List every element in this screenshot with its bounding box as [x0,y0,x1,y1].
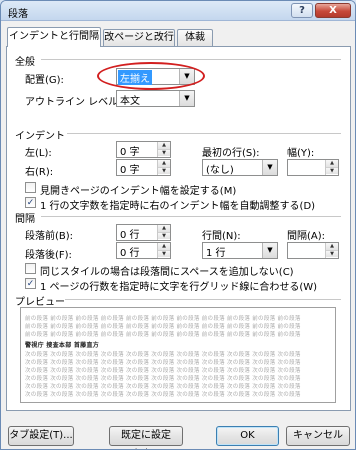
preview-heading: プレビュー [15,297,65,308]
spin-up-icon[interactable]: ▲ [158,160,170,167]
preview-next-line: 次の段落 次の段落 次の段落 次の段落 次の段落 次の段落 次の段落 次の段落 … [25,360,301,366]
line-spacing-select[interactable]: 1 行 ▼ [202,242,278,259]
indent-right-value: 0 字 [120,165,140,176]
set-as-default-button[interactable]: 既定に設定(D)... [109,426,183,449]
preview-next-line: 次の段落 次の段落 次の段落 次の段落 次の段落 次の段落 次の段落 次の段落 … [25,376,301,382]
preview-prev-line: 前の段落 前の段落 前の段落 前の段落 前の段落 前の段落 前の段落 前の段落 … [25,324,301,330]
preview-next-line: 次の段落 次の段落 次の段落 次の段落 次の段落 次の段落 次の段落 次の段落 … [25,352,301,358]
space-before-spinner[interactable]: 0 行 ▲ ▼ [116,224,171,241]
annotation-circle [97,62,205,90]
auto-adjust-label: 1 行の文字数を指定時に右のインデント幅を自動調整する(D) [40,201,316,212]
spacing-heading: 間隔 [15,214,35,225]
general-divider [41,59,341,60]
chevron-down-icon: ▼ [262,160,277,175]
tab-asian-typography[interactable]: 体裁 [177,29,213,46]
indent-width-spinner[interactable]: ▲ ▼ [287,159,339,176]
preview-next-line: 次の段落 次の段落 次の段落 次の段落 次の段落 次の段落 次の段落 次の段落 … [25,392,301,398]
spin-down-icon[interactable]: ▼ [326,250,338,257]
cancel-button[interactable]: キャンセル [286,426,350,446]
no-space-same-style-label: 同じスタイルの場合は段落間にスペースを追加しない(C) [40,267,294,278]
space-after-label: 段落後(F): [25,250,72,261]
snap-to-grid-label: 1 ページの行数を指定時に文字を行グリッド線に合わせる(W) [40,282,318,293]
mirror-indents-label: 見開きページのインデント幅を設定する(M) [40,186,237,197]
first-line-select[interactable]: (なし) ▼ [202,159,278,176]
paragraph-dialog: 段落 ? X インデントと行間隔 改ページと改行 体裁 全般 配置(G): 左揃… [0,0,356,450]
tab-line-page-breaks[interactable]: 改ページと改行 [103,29,175,46]
preview-next-line: 次の段落 次の段落 次の段落 次の段落 次の段落 次の段落 次の段落 次の段落 … [25,368,301,374]
spacing-divider [41,216,341,217]
close-button[interactable]: X [315,3,351,18]
indent-left-spinner[interactable]: 0 字 ▲ ▼ [116,141,171,158]
line-spacing-label: 行間(N): [202,231,241,242]
preview-pane: 前の段落 前の段落 前の段落 前の段落 前の段落 前の段落 前の段落 前の段落 … [20,307,336,403]
chevron-down-icon: ▼ [262,243,277,258]
spin-up-icon[interactable]: ▲ [158,243,170,250]
space-after-value: 0 行 [120,248,140,259]
spin-down-icon[interactable]: ▼ [326,167,338,174]
space-before-value: 0 行 [120,230,140,241]
preview-current-paragraph: 警視庁 捜査本部 首藤直方 [25,342,100,349]
spin-down-icon[interactable]: ▼ [158,149,170,156]
indent-divider [67,133,341,134]
indent-width-label: 幅(Y): [287,148,315,159]
spin-up-icon[interactable]: ▲ [326,243,338,250]
spacing-at-label: 間隔(A): [287,231,326,242]
space-after-spinner[interactable]: 0 行 ▲ ▼ [116,242,171,259]
title-bar[interactable]: 段落 ? X [1,1,355,21]
snap-to-grid-checkbox[interactable]: ✓ [25,278,36,289]
spacing-at-spinner[interactable]: ▲ ▼ [287,242,339,259]
indent-right-spinner[interactable]: 0 字 ▲ ▼ [116,159,171,176]
outline-level-select[interactable]: 本文 ▼ [116,90,195,107]
tabs-button[interactable]: タブ設定(T)... [8,426,74,446]
indent-left-value: 0 字 [120,147,140,158]
spin-up-icon[interactable]: ▲ [158,225,170,232]
spin-down-icon[interactable]: ▼ [158,250,170,257]
indent-left-label: 左(L): [25,148,52,159]
spin-up-icon[interactable]: ▲ [326,160,338,167]
help-button[interactable]: ? [291,3,313,18]
tab-indent-spacing[interactable]: インデントと行間隔 [7,27,101,47]
chevron-down-icon: ▼ [179,91,194,106]
spin-down-icon[interactable]: ▼ [158,167,170,174]
preview-next-line: 次の段落 次の段落 次の段落 次の段落 次の段落 次の段落 次の段落 次の段落 … [25,384,301,390]
line-spacing-value: 1 行 [206,248,226,259]
mirror-indents-checkbox[interactable] [25,182,36,193]
spin-up-icon[interactable]: ▲ [158,142,170,149]
no-space-same-style-checkbox[interactable] [25,263,36,274]
outline-level-value: 本文 [120,96,140,107]
first-line-value: (なし) [206,165,234,176]
general-heading: 全般 [15,57,35,68]
first-line-label: 最初の行(S): [202,148,260,159]
dialog-title: 段落 [8,9,28,20]
indent-heading: インデント [15,131,65,142]
alignment-label: 配置(G): [25,75,64,86]
indent-right-label: 右(R): [25,167,54,178]
ok-button[interactable]: OK [216,426,279,446]
auto-adjust-checkbox[interactable]: ✓ [25,197,36,208]
spin-down-icon[interactable]: ▼ [158,232,170,239]
preview-divider [65,299,341,300]
preview-prev-line: 前の段落 前の段落 前の段落 前の段落 前の段落 前の段落 前の段落 前の段落 … [25,332,301,338]
preview-prev-line: 前の段落 前の段落 前の段落 前の段落 前の段落 前の段落 前の段落 前の段落 … [25,316,301,322]
space-before-label: 段落前(B): [25,231,74,242]
